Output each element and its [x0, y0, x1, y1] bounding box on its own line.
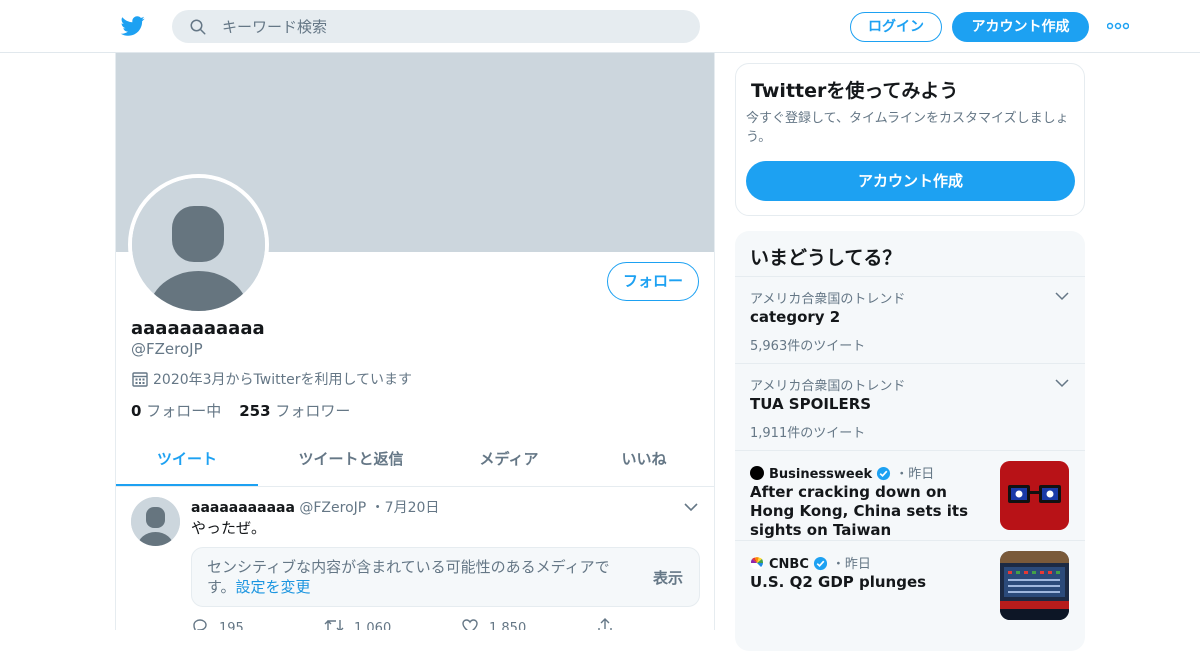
default-avatar-icon	[131, 497, 180, 546]
news-image	[1000, 551, 1069, 620]
more-options-icon[interactable]	[1107, 20, 1129, 32]
verified-badge-icon	[813, 556, 827, 571]
followers-label: フォロワー	[275, 402, 351, 420]
signup-card-title: Twitterを使ってみよう	[751, 80, 959, 102]
news-separator: ・	[895, 467, 909, 482]
trend-count: 5,963件のツイート	[750, 339, 866, 354]
followers-count: 253	[239, 402, 271, 420]
tweet-dot-separator: ・	[370, 500, 385, 516]
tab-tweets-replies[interactable]: ツイートと返信	[258, 436, 444, 486]
retweet-action[interactable]: 1,060	[324, 617, 391, 630]
twitter-logo-icon[interactable]	[120, 14, 146, 38]
change-settings-link[interactable]: 設定を変更	[236, 578, 311, 596]
like-count: 1,850	[489, 621, 527, 630]
news-source-name: Businessweek	[769, 467, 873, 482]
news-item[interactable]: CNBC ・昨日 U.S. Q2 GDP plunges	[735, 540, 1085, 630]
reply-count: 195	[219, 621, 244, 630]
following-count: 0	[131, 402, 142, 420]
tweet-actions: 195 1,060 1,850	[191, 617, 691, 630]
show-media-button[interactable]: 表示	[653, 567, 683, 588]
signup-card: Twitterを使ってみよう 今すぐ登録して、タイムラインをカスタマイズしましょ…	[735, 63, 1085, 216]
calendar-icon	[132, 372, 148, 387]
news-headline: After cracking down on Hong Kong, China …	[750, 483, 969, 539]
tab-tweets[interactable]: ツイート	[116, 436, 258, 486]
like-action[interactable]: 1,850	[461, 617, 526, 630]
joined-text: 2020年3月からTwitterを利用しています	[153, 372, 413, 388]
trends-title: いまどうしてる？	[750, 247, 902, 269]
tab-likes[interactable]: いいね	[574, 436, 714, 486]
tweet-author-name[interactable]: aaaaaaaaaaa	[191, 500, 295, 516]
signup-card-button[interactable]: アカウント作成	[746, 161, 1075, 201]
news-thumbnail	[1000, 461, 1069, 530]
businessweek-logo-icon	[750, 466, 764, 480]
news-headline: U.S. Q2 GDP plunges	[750, 573, 927, 591]
joined-date: 2020年3月からTwitterを利用しています	[131, 369, 412, 389]
cnbc-peacock-icon	[750, 556, 764, 570]
trend-context: アメリカ合衆国のトレンド	[750, 379, 906, 394]
trend-count: 1,911件のツイート	[750, 426, 866, 441]
news-item[interactable]: Businessweek ・昨日 After cracking down on H…	[735, 450, 1085, 540]
news-time: 昨日	[908, 467, 935, 482]
profile-column: フォロー aaaaaaaaaaa @FZeroJP 2020年3月からTwitt…	[115, 53, 715, 630]
followers-link[interactable]: 253 フォロワー	[239, 402, 350, 420]
news-time: 昨日	[844, 557, 871, 572]
retweet-icon	[324, 620, 344, 630]
trend-item[interactable]: アメリカ合衆国のトレンド TUA SPOILERS 1,911件のツイート	[735, 363, 1085, 450]
share-icon	[598, 618, 612, 630]
signup-card-description: 今すぐ登録して、タイムラインをカスタマイズしましょう。	[746, 111, 1069, 145]
chevron-down-icon[interactable]	[1055, 291, 1069, 301]
tweet-avatar[interactable]	[131, 497, 180, 546]
tweet-date[interactable]: 7月20日	[385, 500, 440, 516]
follow-button[interactable]: フォロー	[607, 262, 699, 301]
news-separator: ・	[831, 557, 845, 572]
heart-icon	[462, 619, 478, 630]
sensitive-media-notice: センシティブな内容が含まれている可能性のあるメディアです。設定を変更 表示	[191, 547, 700, 607]
tweet-author-handle[interactable]: @FZeroJP	[299, 500, 366, 516]
chevron-down-icon[interactable]	[1055, 378, 1069, 388]
following-link[interactable]: 0 フォロー中	[131, 402, 221, 420]
trend-name: category 2	[750, 308, 841, 326]
search-icon	[190, 19, 206, 35]
share-action[interactable]	[596, 617, 624, 630]
news-source: Businessweek ・昨日	[750, 463, 934, 482]
profile-display-name: aaaaaaaaaaa	[131, 318, 265, 339]
news-thumbnail	[1000, 551, 1069, 620]
chevron-down-icon[interactable]	[683, 501, 699, 513]
trends-card: いまどうしてる？ アメリカ合衆国のトレンド category 2 5,963件の…	[735, 231, 1085, 651]
follow-stats: 0 フォロー中 253 フォロワー	[131, 400, 350, 421]
news-source: CNBC ・昨日	[750, 553, 871, 572]
reply-action[interactable]: 195	[191, 617, 244, 630]
news-source-name: CNBC	[769, 557, 809, 572]
search-input[interactable]	[222, 10, 682, 43]
tweet-item[interactable]: aaaaaaaaaaa @FZeroJP ・7月20日 やったぜ。 センシティブ…	[116, 487, 714, 630]
profile-handle: @FZeroJP	[131, 340, 203, 358]
trend-context: アメリカ合衆国のトレンド	[750, 292, 906, 307]
reply-icon	[193, 619, 207, 630]
sensitive-message: センシティブな内容が含まれている可能性のあるメディアです。設定を変更	[207, 557, 627, 597]
trend-item[interactable]: アメリカ合衆国のトレンド category 2 5,963件のツイート	[735, 276, 1085, 363]
following-label: フォロー中	[146, 402, 222, 420]
tweet-header: aaaaaaaaaaa @FZeroJP ・7月20日	[191, 497, 439, 517]
trend-name: TUA SPOILERS	[750, 395, 872, 413]
retweet-count: 1,060	[354, 621, 392, 630]
verified-badge-icon	[877, 466, 891, 481]
default-avatar-icon	[132, 178, 265, 311]
profile-tabs: ツイート ツイートと返信 メディア いいね	[116, 436, 714, 487]
tweet-text: やったぜ。	[191, 519, 267, 537]
login-button[interactable]: ログイン	[850, 12, 942, 42]
news-image	[1000, 461, 1069, 530]
tab-media[interactable]: メディア	[444, 436, 574, 486]
top-bar: ログイン アカウント作成	[0, 0, 1200, 53]
search-box[interactable]	[172, 10, 700, 43]
profile-avatar[interactable]	[128, 174, 269, 315]
signup-button[interactable]: アカウント作成	[952, 12, 1089, 42]
